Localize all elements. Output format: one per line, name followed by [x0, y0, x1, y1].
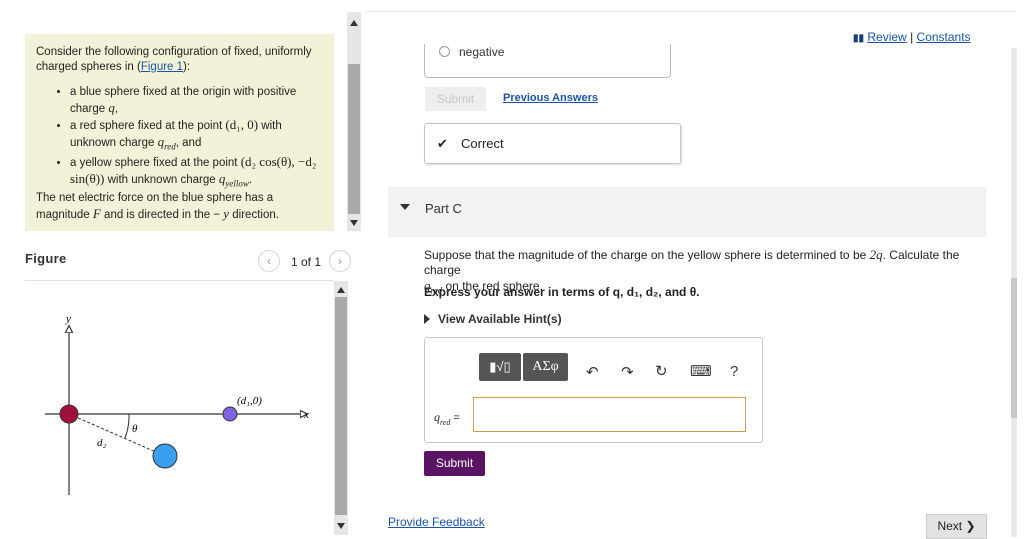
next-button[interactable]: Next ❯: [926, 514, 987, 539]
constants-link[interactable]: Constants: [917, 30, 971, 44]
scroll-down-icon[interactable]: [350, 220, 358, 226]
var-F: F: [92, 206, 101, 221]
link-separator: |: [910, 30, 914, 44]
item-text: .: [248, 174, 253, 187]
submit-button[interactable]: Submit: [424, 451, 485, 476]
x-axis-label: x: [303, 409, 309, 421]
point-label: (d₁,0): [237, 395, 262, 407]
page-scrollbar[interactable]: [1011, 48, 1017, 537]
item-text: ,: [114, 103, 119, 115]
redo-icon[interactable]: ↷: [621, 363, 634, 381]
check-icon: ✔: [437, 136, 448, 151]
item-text: a blue sphere fixed at the origin with p…: [70, 86, 297, 115]
sub-yellow: yellow: [225, 178, 249, 189]
scroll-thumb[interactable]: [348, 64, 360, 214]
reset-icon[interactable]: ↻: [655, 362, 668, 380]
scroll-up-icon[interactable]: [337, 287, 345, 293]
theta-arc: [124, 413, 130, 439]
greek-symbols-button[interactable]: ΑΣφ: [523, 353, 568, 381]
review-link[interactable]: Review: [867, 30, 906, 44]
charge-diagram: y x θ d₂ (d₁,0): [45, 313, 309, 495]
blue-sphere: [152, 443, 178, 469]
equals-sign: =: [450, 412, 460, 424]
option-negative-label[interactable]: negative: [459, 45, 504, 59]
expand-caret-icon[interactable]: [424, 314, 430, 324]
provide-feedback-link[interactable]: Provide Feedback: [388, 515, 485, 529]
problem-outro: The net electric force on the blue spher…: [36, 191, 326, 223]
next-figure-button[interactable]: ›: [329, 250, 351, 272]
outro-text: and is directed in the −: [100, 209, 224, 221]
answer-label: qred =: [434, 408, 460, 427]
view-hints-link[interactable]: View Available Hint(s): [438, 312, 562, 326]
previous-answers-link[interactable]: Previous Answers: [503, 92, 598, 104]
question-text: Suppose that the magnitude of the charge…: [424, 248, 870, 262]
part-c-header[interactable]: [388, 187, 986, 237]
figure-pager: 1 of 1: [291, 255, 322, 269]
part-c-title[interactable]: Part C: [425, 201, 462, 216]
d2-label: d₂: [97, 437, 107, 449]
list-item-yellow: a yellow sphere fixed at the point (d₂ c…: [70, 154, 320, 191]
templates-button[interactable]: ▮√▯: [479, 353, 521, 381]
purple-sphere: [222, 406, 238, 422]
problem-statement: Consider the following configuration of …: [25, 34, 334, 231]
item-text: with unknown charge: [104, 174, 219, 187]
book-icon: ▮▮: [853, 33, 865, 44]
figure-scrollbar[interactable]: [334, 281, 348, 535]
help-icon[interactable]: ?: [730, 363, 738, 380]
prev-figure-button[interactable]: ‹: [258, 250, 280, 272]
sub-red: red: [440, 418, 451, 428]
scroll-down-icon[interactable]: [337, 523, 345, 529]
radio-negative[interactable]: [439, 46, 450, 57]
sub-red: red: [164, 141, 176, 152]
collapse-caret-icon[interactable]: [400, 204, 410, 210]
undo-icon[interactable]: ↶: [586, 363, 599, 381]
theta-label: θ: [132, 423, 138, 435]
keyboard-icon[interactable]: ⌨: [690, 362, 712, 380]
answer-input[interactable]: [473, 397, 746, 432]
express-instructions: Express your answer in terms of q, d₁, d…: [424, 285, 700, 299]
sphere-list: a blue sphere fixed at the origin with p…: [25, 85, 320, 192]
review-links: ▮▮ Review | Constants: [853, 30, 971, 44]
item-text: a red sphere fixed at the point: [70, 120, 226, 132]
outro-text: direction.: [229, 209, 279, 221]
item-text: a yellow sphere fixed at the point: [70, 157, 241, 170]
intro-text-end: ):: [183, 61, 191, 73]
problem-intro: Consider the following configuration of …: [36, 45, 326, 75]
y-axis-label: y: [65, 313, 71, 325]
point-coord: (d₁, 0): [225, 117, 259, 132]
correct-label: Correct: [461, 136, 504, 151]
page-scroll-thumb[interactable]: [1011, 278, 1017, 418]
figure-divider: [25, 280, 334, 281]
problem-scrollbar[interactable]: [347, 12, 361, 231]
submit-button-disabled: Submit: [425, 87, 486, 111]
d2-line: [68, 413, 166, 457]
scroll-thumb[interactable]: [335, 297, 347, 515]
list-item-red: a red sphere fixed at the point (d₁, 0) …: [70, 117, 320, 154]
list-item-blue: a blue sphere fixed at the origin with p…: [70, 85, 320, 117]
charge-value: 2q: [869, 247, 883, 262]
figure-link[interactable]: Figure 1: [141, 61, 183, 73]
item-text: , and: [175, 137, 202, 149]
top-divider: [365, 11, 1015, 12]
red-sphere: [59, 404, 79, 424]
figure-title: Figure: [25, 251, 67, 266]
scroll-up-icon[interactable]: [350, 20, 358, 26]
